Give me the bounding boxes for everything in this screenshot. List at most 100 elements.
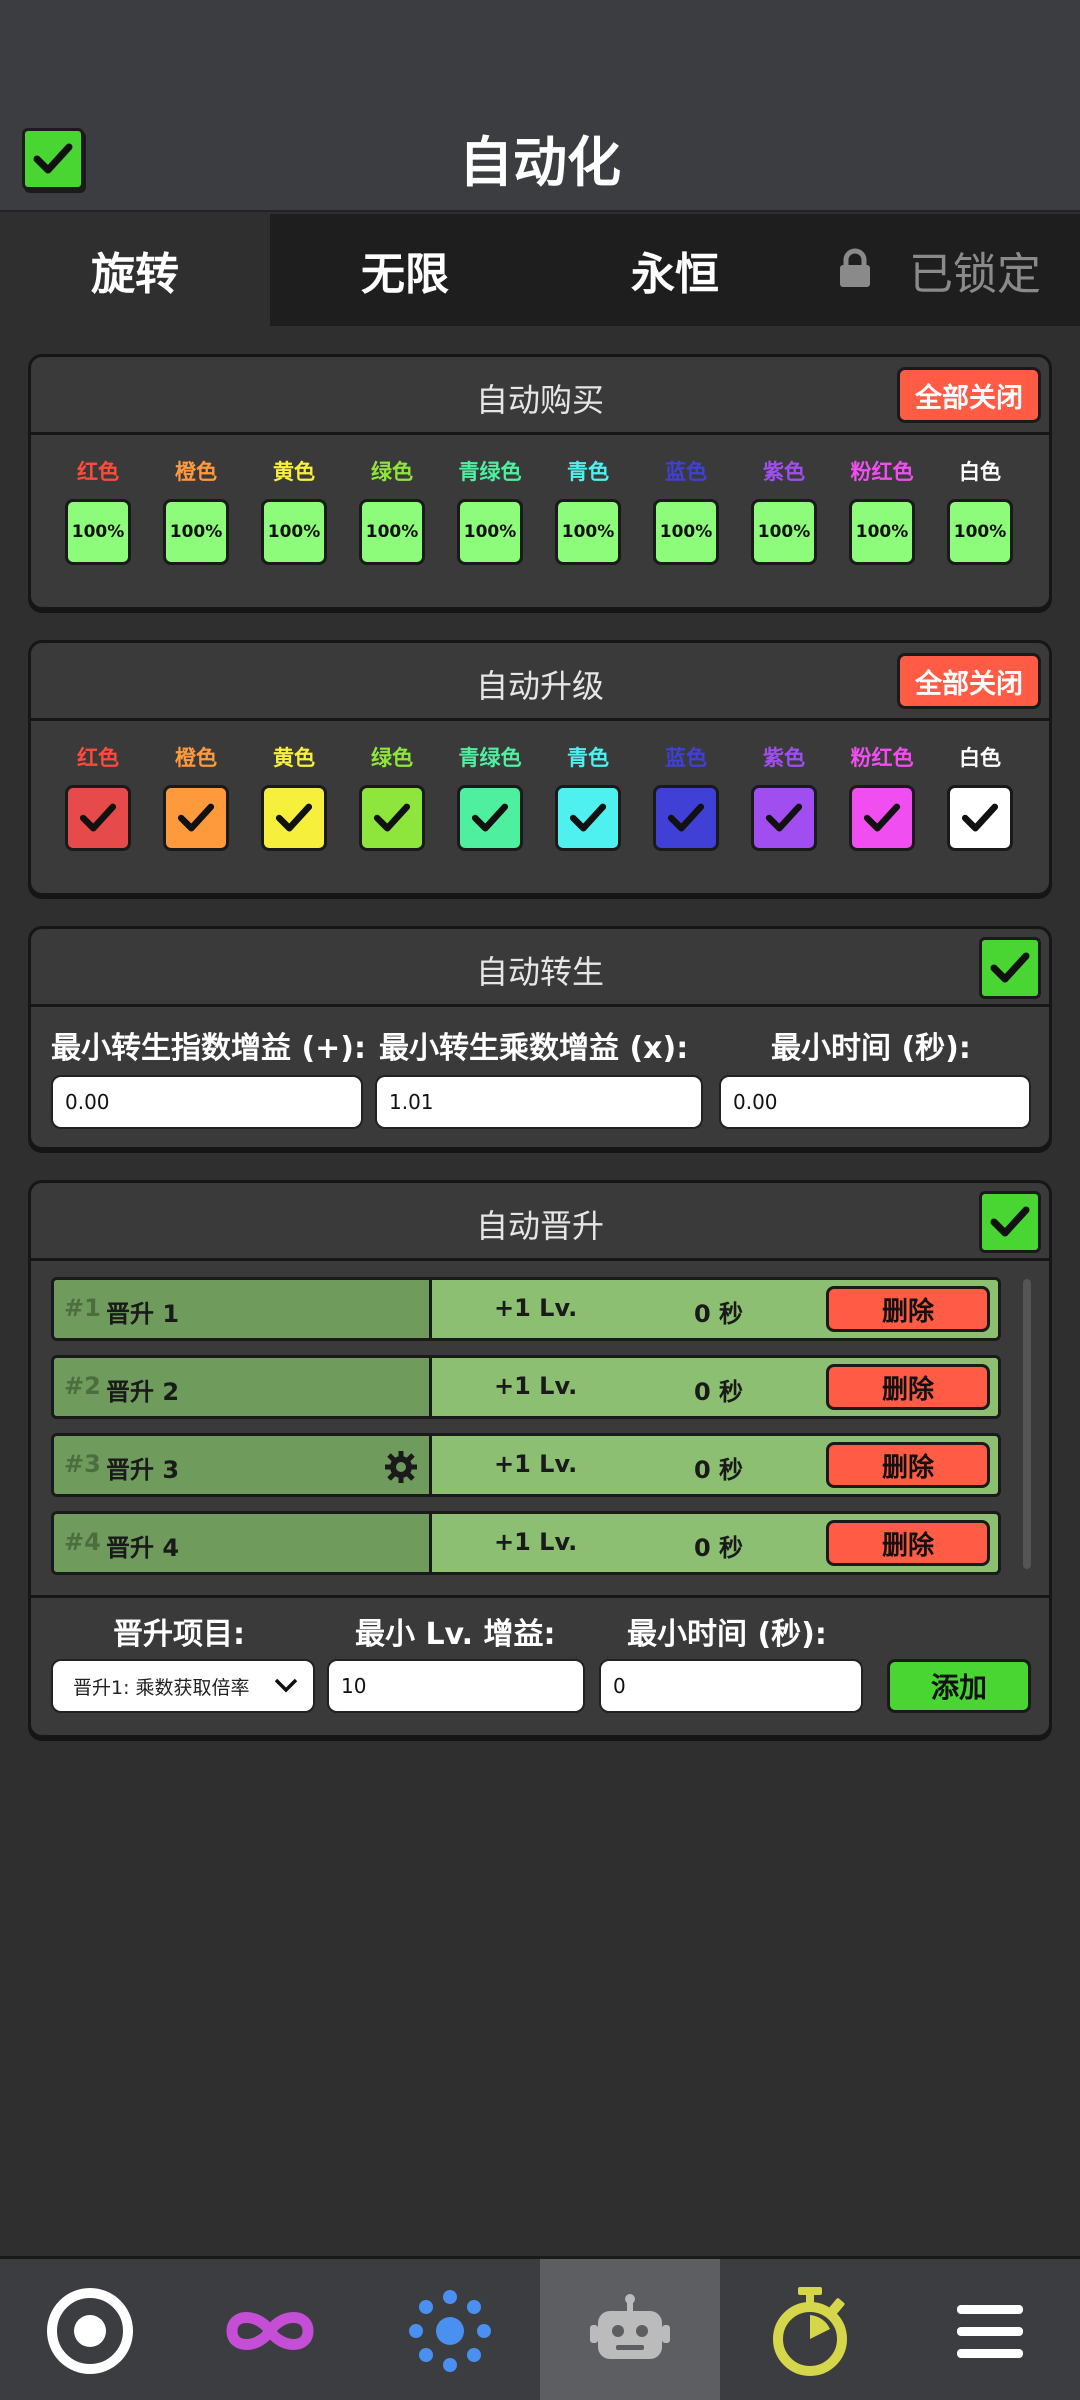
nav-sparkle[interactable] (360, 2259, 540, 2400)
nav-menu[interactable] (900, 2259, 1080, 2400)
checkmark-icon (177, 803, 215, 832)
color-label: 橙色 (175, 746, 217, 770)
auto-buy-percent-button[interactable]: 100% (359, 499, 425, 565)
auto-buy-percent-button[interactable]: 100% (751, 499, 817, 565)
stopwatch-icon (773, 2287, 847, 2376)
auto-upgrade-checkbox[interactable] (555, 785, 621, 851)
tab-infinity[interactable]: 无限 (270, 214, 540, 326)
delete-ascension-button[interactable]: 删除 (826, 1364, 990, 1410)
ascension-name: 晋升 2 (106, 1378, 180, 1406)
auto-buy-percent-button[interactable]: 100% (653, 499, 719, 565)
auto-upgrade-cell: 绿色 (343, 743, 441, 851)
auto-upgrade-cell: 红色 (49, 743, 147, 851)
auto-upgrade-checkbox[interactable] (653, 785, 719, 851)
auto-buy-cell: 白色 100% (931, 457, 1029, 565)
delete-ascension-button[interactable]: 删除 (826, 1286, 990, 1332)
ascension-lv-gain: +1 Lv. (494, 1450, 578, 1478)
auto-rebirth-title: 自动转生 (475, 953, 604, 991)
min-rebirth-exponent-label: 最小转生指数增益 (+): (51, 1031, 366, 1066)
ascension-time: 0 秒 (694, 1300, 744, 1328)
auto-upgrade-checkbox[interactable] (457, 785, 523, 851)
auto-buy-percent-button[interactable]: 100% (163, 499, 229, 565)
tab-rotation[interactable]: 旋转 (0, 214, 270, 326)
color-label: 橙色 (175, 460, 217, 484)
auto-upgrade-cell: 粉红色 (833, 743, 931, 851)
auto-buy-percent-button[interactable]: 100% (457, 499, 523, 565)
nav-automation[interactable] (540, 2259, 720, 2400)
color-label: 黄色 (273, 460, 315, 484)
delete-ascension-button[interactable]: 删除 (826, 1442, 990, 1488)
nav-target[interactable] (0, 2259, 180, 2400)
auto-upgrade-checkbox[interactable] (261, 785, 327, 851)
delete-ascension-button[interactable]: 删除 (826, 1520, 990, 1566)
auto-rebirth-panel: 自动转生 最小转生指数增益 (+): 最小转生乘数增益 (x): 最小时间 (秒… (28, 926, 1052, 1150)
auto-buy-all-off-button[interactable]: 全部关闭 (897, 367, 1041, 423)
color-label: 蓝色 (665, 460, 707, 484)
divider (31, 1595, 1049, 1598)
auto-upgrade-header: 自动升级 全部关闭 (31, 643, 1049, 721)
tab-bar: 旋转 无限 永恒 已锁定 (0, 214, 1080, 326)
tab-locked: 已锁定 (909, 249, 1041, 300)
min-lv-gain-input[interactable]: 10 (327, 1659, 585, 1713)
top-bar: 自动化 (0, 0, 1080, 212)
robot-icon (590, 2294, 670, 2359)
auto-buy-percent-button[interactable]: 100% (555, 499, 621, 565)
ascension-time: 0 秒 (694, 1456, 744, 1484)
auto-buy-percent-button[interactable]: 100% (261, 499, 327, 565)
color-label: 紫色 (763, 746, 805, 770)
tab-eternity[interactable]: 永恒 (540, 214, 810, 326)
checkmark-icon (990, 952, 1030, 983)
color-label: 青绿色 (458, 746, 522, 770)
auto-buy-percent-button[interactable]: 100% (849, 499, 915, 565)
ascension-time: 0 秒 (694, 1378, 744, 1406)
ascension-min-time-input[interactable]: 0 (599, 1659, 863, 1713)
auto-upgrade-checkbox[interactable] (163, 785, 229, 851)
ascension-row-name-area[interactable]: #2 晋升 2 (54, 1358, 432, 1416)
min-time-input[interactable]: 0.00 (719, 1075, 1031, 1129)
ascension-lv-gain: +1 Lv. (494, 1294, 578, 1322)
min-rebirth-exponent-input[interactable]: 0.00 (51, 1075, 363, 1129)
auto-upgrade-checkbox[interactable] (751, 785, 817, 851)
color-label: 红色 (77, 460, 119, 484)
auto-buy-percent-button[interactable]: 100% (947, 499, 1013, 565)
checkmark-icon (79, 803, 117, 832)
color-label: 紫色 (763, 460, 805, 484)
auto-upgrade-checkbox[interactable] (65, 785, 131, 851)
auto-ascend-toggle[interactable] (979, 1191, 1041, 1253)
auto-buy-percent-button[interactable]: 100% (65, 499, 131, 565)
ascension-row: #4 晋升 4 +1 Lv. 0 秒 删除 (51, 1511, 1001, 1575)
nav-timer[interactable] (720, 2259, 900, 2400)
page-title: 自动化 (459, 131, 621, 194)
ascension-number: #3 (64, 1450, 101, 1478)
checkmark-icon (990, 1206, 1030, 1237)
min-rebirth-multiplier-label: 最小转生乘数增益 (x): (379, 1031, 689, 1066)
ascension-row-name-area[interactable]: #3 晋升 3 (54, 1436, 432, 1494)
auto-ascend-header: 自动晋升 (31, 1183, 1049, 1261)
auto-upgrade-checkbox[interactable] (359, 785, 425, 851)
min-rebirth-multiplier-input[interactable]: 1.01 (375, 1075, 703, 1129)
color-label: 粉红色 (850, 746, 914, 770)
auto-upgrade-cell: 白色 (931, 743, 1029, 851)
auto-upgrade-cell: 蓝色 (637, 743, 735, 851)
auto-ascend-panel: 自动晋升 #1 晋升 1 +1 Lv. 0 秒删除 #2 晋升 2 +1 Lv. 0 秒删除 #… (28, 1180, 1052, 1738)
auto-rebirth-toggle[interactable] (979, 937, 1041, 999)
ascension-row-name-area[interactable]: #1 晋升 1 (54, 1280, 432, 1338)
ascension-row-name-area[interactable]: #4 晋升 4 (54, 1514, 432, 1572)
min-time-label: 最小时间 (秒): (627, 1617, 827, 1652)
checkmark-icon (569, 803, 607, 832)
auto-upgrade-cell: 青色 (539, 743, 637, 851)
checkmark-icon (471, 803, 509, 832)
ascension-list-scrollbar[interactable] (1023, 1279, 1031, 1569)
ascension-item-select[interactable]: 晋升1: 乘数获取倍率 (51, 1659, 315, 1713)
auto-upgrade-all-off-button[interactable]: 全部关闭 (897, 653, 1041, 709)
ascension-row: #2 晋升 2 +1 Lv. 0 秒 删除 (51, 1355, 1001, 1419)
nav-infinity[interactable] (180, 2259, 360, 2400)
auto-upgrade-checkbox[interactable] (849, 785, 915, 851)
auto-upgrade-checkbox[interactable] (947, 785, 1013, 851)
ascension-number: #4 (64, 1528, 101, 1556)
auto-buy-cell: 青色 100% (539, 457, 637, 565)
gear-icon[interactable] (384, 1450, 418, 1484)
add-ascension-button[interactable]: 添加 (887, 1659, 1031, 1713)
color-label: 绿色 (371, 460, 413, 484)
auto-upgrade-panel: 自动升级 全部关闭 红色 橙色 黄色 绿色 青绿色 青色 蓝色 紫色 粉红色 白色 (28, 640, 1052, 896)
